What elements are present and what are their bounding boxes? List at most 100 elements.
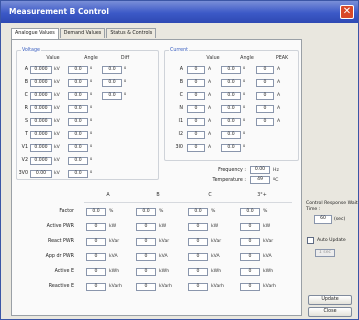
voltage-header-2: Diff xyxy=(120,56,130,61)
current-row-label: A xyxy=(179,67,183,72)
current-value: 0 xyxy=(187,105,205,113)
power-row-label: Factor xyxy=(59,209,74,214)
power-column-3: 3°+ xyxy=(257,193,267,198)
voltage-unit: kV xyxy=(54,93,60,98)
current-angle: 0.0 xyxy=(221,131,241,139)
current-angle: 0.0 xyxy=(221,79,241,87)
voltage-row-label: T xyxy=(25,132,28,137)
current-header-0: Value xyxy=(206,56,220,61)
wait-time-input[interactable]: 60 xyxy=(314,215,332,224)
voltage-angle: 0.0 xyxy=(68,131,88,139)
update-button[interactable]: Update xyxy=(308,295,352,305)
power-row-label: React PWR xyxy=(47,239,74,244)
power-row-label: Active E xyxy=(54,269,74,274)
current-unit: A xyxy=(208,93,212,98)
power-unit: kW xyxy=(263,224,271,229)
power-column-0: A xyxy=(106,193,110,198)
power-unit: kVarh xyxy=(211,284,224,289)
angle-unit: º xyxy=(243,67,246,72)
angle-unit: º xyxy=(124,93,127,98)
current-angle: 0.0 xyxy=(221,144,241,152)
power-unit: kWh xyxy=(263,269,274,274)
power-value: 0 xyxy=(240,283,260,291)
voltage-value: 0.000 xyxy=(30,131,52,139)
power-unit: kVA xyxy=(263,254,272,259)
current-peak: 0 xyxy=(256,92,274,100)
power-unit: kVar xyxy=(109,239,120,244)
temperature-unit: ºC xyxy=(273,178,279,183)
current-value: 0 xyxy=(187,79,205,87)
power-unit: kWh xyxy=(109,269,120,274)
current-unit: A xyxy=(208,132,212,137)
current-unit: A xyxy=(208,119,212,124)
voltage-diff: 0.0 xyxy=(102,79,122,87)
current-peak-unit: A xyxy=(277,106,281,111)
power-value: 0 xyxy=(86,283,106,291)
current-value: 0 xyxy=(187,144,205,152)
power-value: 0 xyxy=(136,238,156,246)
title-bar[interactable]: Measurement B Control ✕ xyxy=(1,1,358,23)
current-angle: 0.0 xyxy=(221,66,241,74)
voltage-unit: kV xyxy=(54,67,60,72)
voltage-angle: 0.0 xyxy=(68,144,88,152)
wait-time-label: Control Response Wait Time : xyxy=(306,201,358,212)
window-title: Measurement B Control xyxy=(9,7,109,16)
power-value: 0 xyxy=(188,283,208,291)
frequency-unit: Hz xyxy=(273,168,279,173)
angle-unit: º xyxy=(90,158,93,163)
voltage-angle: 0.0 xyxy=(68,157,88,165)
power-value: 0 xyxy=(188,223,208,231)
angle-unit: º xyxy=(243,145,246,150)
update-interval-select[interactable]: 1 sec xyxy=(315,249,335,257)
current-peak: 0 xyxy=(256,66,274,74)
voltage-value: 0.000 xyxy=(30,92,52,100)
power-value: 0 xyxy=(86,238,106,246)
power-unit: kVarh xyxy=(159,284,172,289)
current-peak-unit: A xyxy=(277,80,281,85)
power-unit: kVA xyxy=(109,254,118,259)
voltage-angle: 0.0 xyxy=(68,92,88,100)
power-unit: % xyxy=(109,209,114,214)
power-unit: % xyxy=(211,209,216,214)
power-value: 0 xyxy=(188,253,208,261)
voltage-row-label: R xyxy=(24,106,28,111)
current-peak: 0 xyxy=(256,79,274,87)
power-unit: kWh xyxy=(159,269,170,274)
current-header-1: Angle xyxy=(240,56,254,61)
current-group: Current Value Angle PEAK A 0 A 0.0 º 0 A B 0 A 0.0 º 0 A… xyxy=(164,48,299,161)
voltage-unit: kV xyxy=(54,145,60,150)
power-row-label: Reactive E xyxy=(48,284,74,289)
angle-unit: º xyxy=(90,132,93,137)
power-unit: kVarh xyxy=(263,284,276,289)
power-value: 0 xyxy=(240,238,260,246)
measurement-window: Measurement B Control ✕ Analogue Values D… xyxy=(0,0,359,320)
voltage-value: 0.00 xyxy=(30,170,52,178)
tab-1[interactable]: Demand Values xyxy=(59,28,106,38)
angle-unit: º xyxy=(243,119,246,124)
current-peak-unit: A xyxy=(277,67,281,72)
current-angle: 0.0 xyxy=(221,118,241,126)
auto-update-checkbox[interactable] xyxy=(307,237,314,244)
angle-unit: º xyxy=(243,93,246,98)
power-unit: kVar xyxy=(263,239,274,244)
power-value: 0 xyxy=(240,253,260,261)
power-unit: kVA xyxy=(159,254,168,259)
tab-2[interactable]: Status & Controls xyxy=(106,28,157,38)
power-unit: kW xyxy=(109,224,117,229)
power-value: 0.0 xyxy=(136,208,156,216)
power-unit: kVA xyxy=(211,254,220,259)
angle-unit: º xyxy=(90,93,93,98)
voltage-value: 0.000 xyxy=(30,157,52,165)
tab-0[interactable]: Analogue Values xyxy=(11,28,59,39)
power-row-label: Active PWR xyxy=(46,224,74,229)
voltage-unit: kV xyxy=(54,132,60,137)
angle-unit: º xyxy=(90,67,93,72)
voltage-angle: 0.0 xyxy=(68,118,88,126)
current-header-2: PEAK xyxy=(275,56,289,61)
voltage-row-label: C xyxy=(24,93,28,98)
voltage-row-label: V1 xyxy=(21,145,28,150)
current-value: 0 xyxy=(187,92,205,100)
close-button[interactable]: Close xyxy=(308,307,352,317)
close-window-button[interactable]: ✕ xyxy=(340,5,354,19)
power-row-label: App dr PWR xyxy=(45,254,74,259)
